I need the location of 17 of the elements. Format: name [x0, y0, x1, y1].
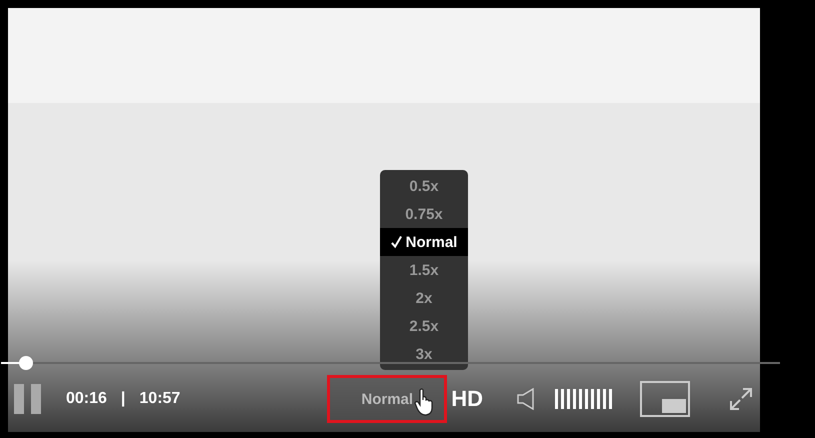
speed-option[interactable]: Normal — [380, 228, 468, 256]
fullscreen-icon[interactable] — [730, 388, 752, 410]
speed-option[interactable]: 2.5x — [380, 312, 468, 340]
current-time: 00:16 — [66, 390, 107, 408]
checkmark-icon — [390, 235, 402, 249]
speed-button[interactable]: Normal — [327, 375, 448, 423]
speed-option[interactable]: 1.5x — [380, 256, 468, 284]
speed-option[interactable]: 3x — [380, 340, 468, 368]
volume-meter[interactable] — [555, 389, 612, 409]
speed-option[interactable]: 0.75x — [380, 200, 468, 228]
time-separator: | — [120, 390, 126, 408]
hd-button[interactable]: HD — [451, 386, 483, 412]
speed-option[interactable]: 2x — [380, 284, 468, 312]
speed-option[interactable]: 0.5x — [380, 172, 468, 200]
picture-in-picture-icon[interactable] — [640, 381, 690, 417]
speaker-icon[interactable] — [517, 388, 535, 410]
duration: 10:57 — [139, 390, 180, 408]
